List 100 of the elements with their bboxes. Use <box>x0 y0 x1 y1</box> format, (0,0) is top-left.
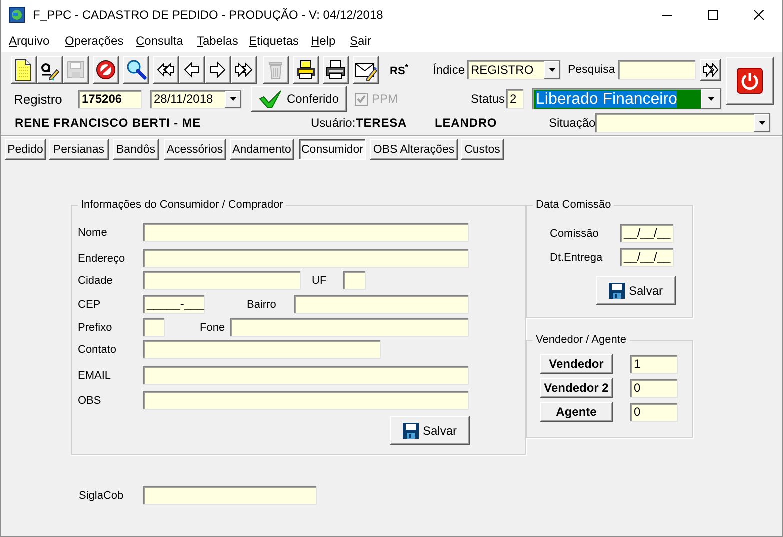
input-field[interactable] <box>143 223 469 242</box>
close-icon <box>754 10 764 20</box>
field-label: Índice <box>433 63 466 77</box>
input-field[interactable] <box>343 271 366 290</box>
search-button[interactable] <box>123 56 149 84</box>
power-icon <box>737 68 763 94</box>
input-field[interactable] <box>143 391 469 410</box>
cancel-button[interactable] <box>93 56 119 84</box>
field-label: EMAIL <box>78 370 112 382</box>
input-field[interactable] <box>294 295 469 314</box>
field-label: Registro <box>14 92 62 106</box>
caret-icon <box>708 97 714 101</box>
input-field[interactable] <box>143 366 469 385</box>
field-label: Usuário: <box>311 116 356 130</box>
floppy-icon <box>402 422 419 438</box>
menu-item[interactable]: Help <box>311 34 336 48</box>
date-field[interactable]: __/__/__ <box>620 248 674 267</box>
field-label: Dt.Entrega <box>550 252 603 264</box>
print-preview-button[interactable] <box>293 56 319 84</box>
field-label: Fone <box>200 322 226 334</box>
floppy-icon <box>65 59 87 81</box>
print-button[interactable] <box>323 56 349 84</box>
double-right-arrow-icon <box>702 63 718 77</box>
app-icon <box>9 7 25 23</box>
tab[interactable]: Consumidor <box>299 139 366 160</box>
menu-item[interactable]: Arquivo <box>9 34 50 48</box>
field-label: Status <box>471 92 506 106</box>
field-label: Prefixo <box>78 322 112 334</box>
new-button[interactable] <box>11 56 37 84</box>
input-field[interactable] <box>143 486 317 505</box>
prohibited-icon <box>95 59 117 81</box>
tab[interactable]: Persianas <box>49 139 109 160</box>
input-field[interactable]: 0 <box>630 402 678 422</box>
caret-icon <box>230 97 236 101</box>
group-title: Data Comissão <box>535 199 612 212</box>
menu-item[interactable]: Tabelas <box>197 34 238 48</box>
window-title: F_PPC - CADASTRO DE PEDIDO - PRODUÇÃO - V: 04/12/2018 <box>33 8 384 22</box>
tab[interactable]: Bandôs <box>113 139 159 160</box>
conferido-button[interactable]: Conferido <box>251 86 347 112</box>
field-label: Nome <box>78 226 108 238</box>
input-field[interactable] <box>143 249 469 268</box>
magnifier-icon <box>125 59 147 81</box>
search-field[interactable] <box>618 60 696 80</box>
tab[interactable]: OBS Alterações <box>370 139 458 160</box>
input-field[interactable]: _____-___ <box>143 295 205 314</box>
printer-icon <box>295 59 317 81</box>
edit-button[interactable] <box>37 56 63 84</box>
input-field[interactable] <box>143 340 381 359</box>
field-label: Situação <box>549 116 596 130</box>
floppy-icon <box>608 282 625 298</box>
check-icon <box>258 90 283 108</box>
date-field[interactable]: __/__/__ <box>620 224 674 243</box>
group-title: Informações do Consumidor / Comprador <box>80 199 284 212</box>
input-field[interactable] <box>230 318 469 337</box>
email-button[interactable] <box>353 56 379 84</box>
previous-record-button[interactable] <box>179 56 205 84</box>
input-field[interactable]: 1 <box>630 354 678 374</box>
caret-icon <box>548 68 556 72</box>
group-title: Vendedor / Agente <box>535 334 628 347</box>
index-dropdown[interactable]: REGISTRO <box>467 60 561 80</box>
registro-field[interactable]: 175206 <box>78 90 142 108</box>
field-label: Comissão <box>550 228 599 240</box>
tab[interactable]: Custos <box>461 139 504 160</box>
search-go-button[interactable] <box>700 59 721 81</box>
tab[interactable]: Andamento <box>230 139 294 160</box>
printer-icon <box>325 59 347 81</box>
input-field[interactable] <box>143 318 165 337</box>
date-dropdown[interactable]: 28/11/2018 <box>150 90 242 108</box>
situacao-dropdown[interactable] <box>595 113 771 133</box>
menu-item[interactable]: Sair <box>350 34 372 48</box>
menu-item[interactable]: Operações <box>65 34 124 48</box>
menu-item[interactable]: Etiquetas <box>249 34 300 48</box>
next-record-button[interactable] <box>205 56 231 84</box>
field-label: UF <box>312 274 327 286</box>
agent-button[interactable]: Vendedor <box>540 354 613 374</box>
minimize-icon <box>662 14 672 16</box>
power-button[interactable] <box>726 57 774 105</box>
tab[interactable]: Pedido <box>5 139 46 160</box>
agent-button[interactable]: Vendedor 2 <box>540 378 613 398</box>
input-field[interactable]: 0 <box>630 378 678 398</box>
status-text: Liberado Financeiro <box>536 90 678 108</box>
agent-button[interactable]: Agente <box>540 402 613 422</box>
seller-name: LEANDRO <box>435 116 498 130</box>
field-label: Endereço <box>78 252 126 264</box>
input-field[interactable] <box>143 271 301 290</box>
save-button[interactable]: Salvar <box>390 416 470 445</box>
menu-item[interactable]: Consulta <box>136 34 184 48</box>
maximize-icon <box>708 10 718 20</box>
rs-label: RS$^{*}$ <box>390 62 408 78</box>
field-label: Contato <box>78 344 117 356</box>
field-label: Bairro <box>247 298 276 310</box>
caret-icon <box>758 121 766 125</box>
first-record-button[interactable] <box>153 56 179 84</box>
check-icon <box>357 95 366 103</box>
status-dropdown[interactable]: Liberado Financeiro <box>532 88 722 110</box>
tab[interactable]: Acessórios <box>164 139 226 160</box>
checkbox-label: PPM <box>372 92 398 106</box>
last-record-button[interactable] <box>231 56 257 84</box>
save-button[interactable]: Salvar <box>596 276 676 305</box>
status-code-field[interactable]: 2 <box>506 89 524 109</box>
